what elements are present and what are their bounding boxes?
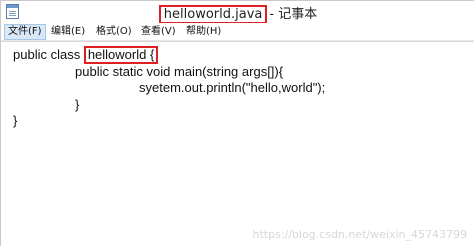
menu-format[interactable]: 格式(O) [93,24,135,40]
menu-help[interactable]: 帮助(H) [183,24,224,40]
menu-file[interactable]: 文件(F) [4,24,46,40]
code-line-2: public static void main(string args[]){ [75,64,284,79]
menu-bar: 文件(F) 编辑(E) 格式(O) 查看(V) 帮助(H) [1,23,474,41]
title-app-name: - 记事本 [269,7,318,22]
menu-edit[interactable]: 编辑(E) [48,24,88,40]
title-filename: helloworld.java [158,5,268,24]
code-line-3: syetem.out.println("hello,world"); [139,80,326,95]
menu-view[interactable]: 查看(V) [138,24,179,40]
code-line-4: } [75,97,80,112]
notepad-window: helloworld.java - 记事本 文件(F) 编辑(E) 格式(O) 查… [0,0,474,246]
title-bar[interactable]: helloworld.java - 记事本 [1,1,474,24]
text-editor[interactable]: public class helloworld { public static … [1,41,474,246]
watermark-text: https://blog.csdn.net/weixin_45743799 [252,228,467,241]
code-line-1: public class helloworld { [13,46,159,64]
window-title: helloworld.java - 记事本 [1,3,474,24]
highlighted-class-name: helloworld { [83,46,159,64]
code-line-5: } [13,113,18,128]
code-class-keyword: public class [13,47,84,62]
